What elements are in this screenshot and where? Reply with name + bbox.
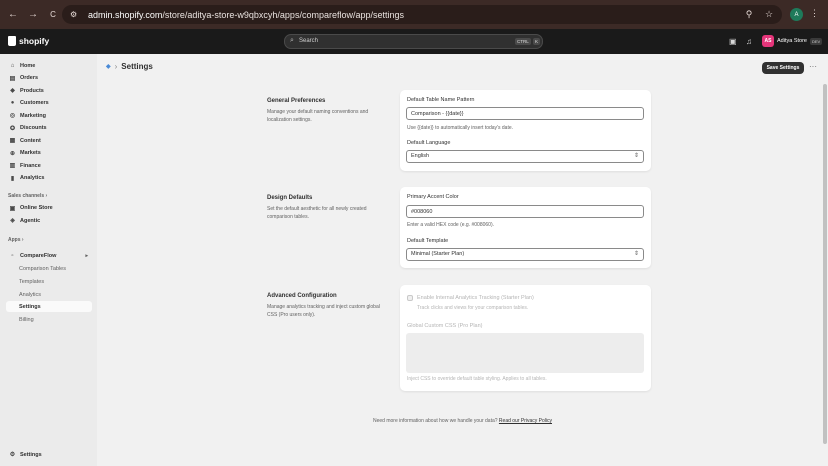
select-chevron-icon: ⇕: [633, 251, 639, 257]
sidebar-item-compareflow[interactable]: ▫ CompareFlow ▸: [6, 250, 92, 261]
language-select[interactable]: English ⇕: [406, 150, 644, 163]
save-settings-button[interactable]: Save Settings: [762, 62, 804, 74]
search-placeholder: Search: [299, 38, 319, 44]
sidebar-item-orders[interactable]: ▤ Orders: [6, 73, 92, 84]
general-section-title: General Preferences: [267, 98, 326, 104]
advanced-section-description: Manage analytics tracking and inject cus…: [267, 304, 380, 318]
general-card: Default Table Name Pattern Use {{date}} …: [400, 90, 651, 171]
general-section-description: Manage your default naming conventions a…: [267, 109, 369, 123]
accent-color-label: Primary Accent Color: [407, 194, 459, 200]
table-name-help: Use {{date}} to automatically insert tod…: [407, 125, 514, 131]
shopify-logo[interactable]: shopify: [8, 36, 49, 46]
table-name-label: Default Table Name Pattern: [407, 97, 475, 103]
dev-badge: DEV: [809, 37, 823, 45]
sidebar-item-products[interactable]: ◆ Products: [6, 85, 92, 96]
advanced-card: Enable Internal Analytics Tracking (Star…: [400, 285, 651, 391]
store-name: Aditya Store: [777, 38, 807, 44]
storefront-icon: ▣: [9, 205, 16, 212]
forward-icon[interactable]: →: [24, 6, 42, 24]
sidebar-item-finance[interactable]: ▥ Finance: [6, 160, 92, 171]
chart-icon: ▮: [10, 175, 15, 182]
admin-topbar: shopify ⌕ Search CTRL K ▣ ♫ AS Aditya St…: [0, 29, 828, 54]
privacy-footer: Need more information about how we handl…: [373, 418, 552, 424]
custom-css-label: Global Custom CSS (Pro Plan): [407, 323, 483, 329]
custom-css-textarea[interactable]: [406, 333, 644, 373]
sidebar: ⌂ Home ▤ Orders ◆ Products ● Customers ◎ Mark…: [0, 54, 97, 466]
page-header: ◆ › Settings: [106, 62, 153, 71]
sales-channels-heading[interactable]: Sales channels ›: [8, 193, 47, 199]
content-icon: ▦: [9, 138, 16, 144]
sidebar-item-settings-active[interactable]: Settings: [6, 301, 92, 312]
template-label: Default Template: [407, 238, 449, 244]
select-chevron-icon: ⇕: [633, 153, 639, 159]
tag-icon: ◆: [10, 88, 15, 94]
sidebar-item-agentic[interactable]: ◈ Agentic: [6, 215, 92, 226]
target-icon: ◎: [9, 113, 16, 119]
browser-menu-icon[interactable]: ⋮: [810, 8, 819, 19]
bank-icon: ▥: [9, 163, 16, 169]
sidebar-item-analytics[interactable]: ▮ Analytics: [6, 173, 92, 184]
browser-chrome: ← → C ⚙ admin.shopify.com/store/aditya-s…: [0, 0, 828, 29]
app-home-icon[interactable]: ◆: [106, 63, 111, 70]
site-info-icon[interactable]: ⚙: [70, 10, 84, 19]
sidebar-item-customers[interactable]: ● Customers: [6, 98, 92, 109]
sidebar-item-discounts[interactable]: ✪ Discounts: [6, 123, 92, 134]
shortcut-ctrl: CTRL: [515, 38, 531, 45]
language-label: Default Language: [407, 140, 451, 146]
globe-icon: ⊕: [9, 150, 16, 157]
reload-icon[interactable]: C: [44, 6, 62, 24]
page-title: Settings: [121, 62, 153, 71]
store-icon[interactable]: ▣: [729, 37, 737, 46]
url-text: admin.shopify.com/store/aditya-store-w9q…: [88, 9, 404, 20]
privacy-policy-link[interactable]: Read our Privacy Policy: [499, 418, 552, 424]
sidebar-item-home[interactable]: ⌂ Home: [6, 60, 92, 71]
apps-heading[interactable]: Apps ›: [8, 237, 24, 243]
tracking-label: Enable Internal Analytics Tracking (Star…: [417, 295, 534, 301]
more-actions-icon[interactable]: ···: [809, 62, 817, 71]
person-icon: ●: [10, 100, 15, 106]
address-bar[interactable]: ⚙ admin.shopify.com/store/aditya-store-w…: [62, 5, 782, 24]
search-input[interactable]: ⌕ Search CTRL K: [284, 34, 543, 49]
app-icon: ▫: [11, 252, 14, 259]
profile-avatar[interactable]: A: [790, 8, 803, 21]
sidebar-item-markets[interactable]: ⊕ Markets: [6, 148, 92, 159]
sidebar-item-comparison-tables[interactable]: Comparison Tables: [6, 263, 92, 274]
design-section-title: Design Defaults: [267, 195, 313, 201]
store-menu[interactable]: AS Aditya Store DEV: [762, 35, 823, 47]
agentic-icon: ◈: [10, 218, 15, 224]
shortcut-k: K: [533, 38, 541, 45]
sidebar-item-marketing[interactable]: ◎ Marketing: [6, 110, 92, 121]
scrollbar-thumb[interactable]: [823, 84, 827, 444]
main-content: ◆ › Settings Save Settings ··· General P…: [97, 54, 828, 466]
discount-icon: ✪: [9, 125, 16, 132]
search-icon: ⌕: [290, 37, 294, 44]
bell-icon[interactable]: ♫: [746, 37, 752, 46]
pin-icon[interactable]: ▸: [85, 253, 88, 259]
sidebar-item-content[interactable]: ▦ Content: [6, 135, 92, 146]
back-icon[interactable]: ←: [4, 6, 22, 24]
zoom-icon[interactable]: ⚲: [742, 7, 756, 22]
sidebar-item-billing[interactable]: Billing: [6, 314, 92, 325]
design-card: Primary Accent Color Enter a valid HEX c…: [400, 187, 651, 268]
sidebar-item-app-analytics[interactable]: Analytics: [6, 289, 92, 300]
template-select[interactable]: Minimal (Starter Plan) ⇕: [406, 248, 644, 261]
design-section-description: Set the default aesthetic for all newly …: [267, 206, 367, 220]
store-avatar: AS: [762, 35, 774, 47]
shopify-bag-icon: [8, 36, 16, 46]
sidebar-item-templates[interactable]: Templates: [6, 276, 92, 287]
custom-css-help: Inject CSS to override default table sty…: [407, 376, 547, 382]
accent-color-help: Enter a valid HEX code (e.g. #008060).: [407, 222, 494, 228]
page-scrollbar[interactable]: [823, 84, 827, 456]
tracking-checkbox[interactable]: [407, 295, 413, 301]
table-name-input[interactable]: [406, 107, 644, 120]
gear-icon: ⚙: [9, 452, 16, 458]
accent-color-input[interactable]: [406, 205, 644, 218]
tracking-help: Track clicks and views for your comparis…: [417, 305, 529, 311]
bookmark-star-icon[interactable]: ☆: [762, 7, 776, 22]
advanced-section-title: Advanced Configuration: [267, 293, 337, 299]
orders-icon: ▤: [9, 75, 16, 82]
sidebar-item-online-store[interactable]: ▣ Online Store: [6, 203, 92, 214]
sidebar-item-settings[interactable]: ⚙ Settings: [6, 449, 92, 460]
home-icon: ⌂: [10, 62, 15, 69]
